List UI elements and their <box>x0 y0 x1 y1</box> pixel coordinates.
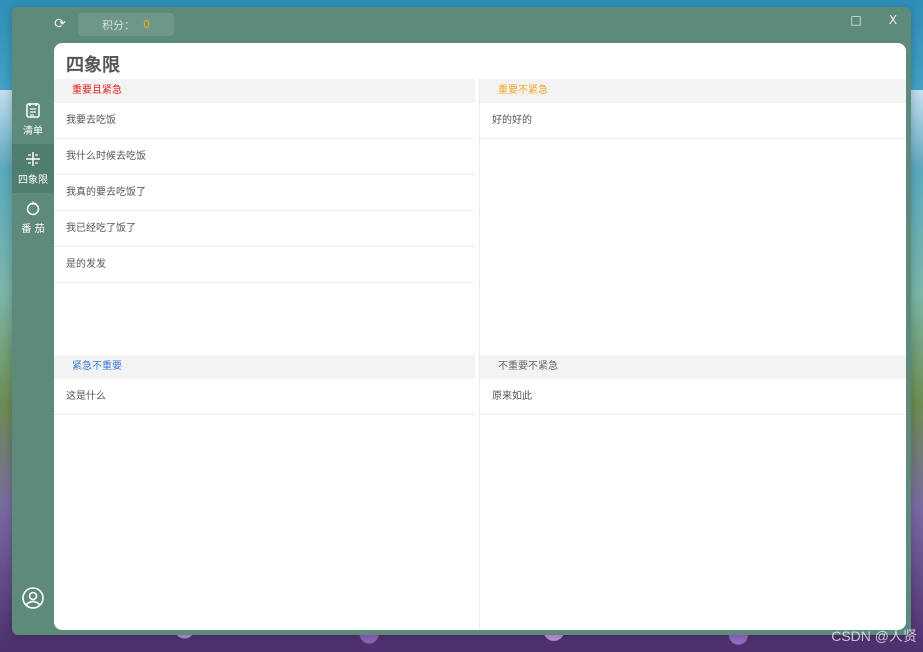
sidebar-item-label: 番 茄 <box>21 224 45 235</box>
task-item[interactable]: 我真的要去吃饭了 <box>54 175 475 211</box>
minimize-button[interactable]: □ <box>845 11 867 29</box>
quadrant-header: 紧急不重要 <box>54 355 475 379</box>
task-list: 我要去吃饭 我什么时候去吃饭 我真的要去吃饭了 我已经吃了饭了 是的发发 <box>54 103 475 283</box>
app-window: ⟳ 积分： 0 □ X 清单 四象限 番 茄 四象限 重要且紧急 我要去吃饭 我… <box>12 7 911 635</box>
quadrant-urgent-important: 重要且紧急 我要去吃饭 我什么时候去吃饭 我真的要去吃饭了 我已经吃了饭了 是的… <box>54 79 475 283</box>
task-list: 好的好的 <box>480 103 906 139</box>
task-item[interactable]: 是的发发 <box>54 247 475 283</box>
page-title: 四象限 <box>66 55 120 76</box>
task-item[interactable]: 好的好的 <box>480 103 906 139</box>
main-panel: 四象限 重要且紧急 我要去吃饭 我什么时候去吃饭 我真的要去吃饭了 我已经吃了饭… <box>54 43 906 630</box>
tomato-icon <box>26 201 40 216</box>
quadrant-important-not-urgent: 重要不紧急 好的好的 <box>480 79 906 139</box>
task-list: 原来如此 <box>480 379 906 415</box>
sidebar-item-checklist[interactable]: 清单 <box>12 95 54 144</box>
sidebar-item-quadrants[interactable]: 四象限 <box>12 144 54 193</box>
score-value: 0 <box>143 18 150 31</box>
quadrant-not-urgent-not-important: 不重要不紧急 原来如此 <box>480 355 906 415</box>
score-label: 积分： <box>102 18 135 32</box>
quadrant-icon <box>26 152 40 166</box>
quadrant-urgent-not-important: 紧急不重要 这是什么 <box>54 355 475 415</box>
score-badge: 积分： 0 <box>78 13 174 36</box>
sidebar-item-tomato[interactable]: 番 茄 <box>12 193 54 242</box>
sidebar-item-label: 四象限 <box>18 175 48 186</box>
task-item[interactable]: 我已经吃了饭了 <box>54 211 475 247</box>
task-list: 这是什么 <box>54 379 475 415</box>
quadrant-header: 重要不紧急 <box>480 79 906 103</box>
checklist-icon <box>26 103 40 118</box>
task-item[interactable]: 我什么时候去吃饭 <box>54 139 475 175</box>
task-item[interactable]: 这是什么 <box>54 379 475 415</box>
quadrant-header: 不重要不紧急 <box>480 355 906 379</box>
user-avatar-icon[interactable] <box>22 587 44 609</box>
sidebar-item-label: 清单 <box>23 126 43 137</box>
close-button[interactable]: X <box>882 11 904 29</box>
sidebar: 清单 四象限 番 茄 <box>12 95 54 242</box>
watermark: CSDN @人贤 <box>831 628 917 644</box>
task-item[interactable]: 我要去吃饭 <box>54 103 475 139</box>
quadrant-header: 重要且紧急 <box>54 79 475 103</box>
task-item[interactable]: 原来如此 <box>480 379 906 415</box>
refresh-icon[interactable]: ⟳ <box>52 16 68 32</box>
